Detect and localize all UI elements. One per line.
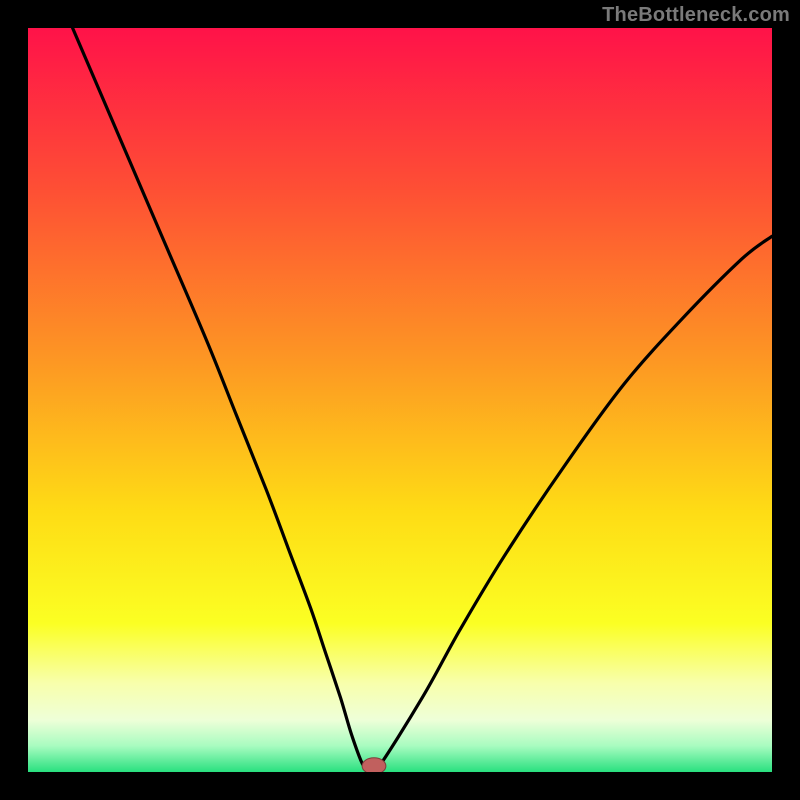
gradient-background — [28, 28, 772, 772]
optimum-marker — [362, 758, 386, 772]
watermark-label: TheBottleneck.com — [602, 4, 790, 27]
plot-area — [28, 28, 772, 772]
plot-svg — [28, 28, 772, 772]
chart-frame: TheBottleneck.com — [0, 0, 800, 800]
